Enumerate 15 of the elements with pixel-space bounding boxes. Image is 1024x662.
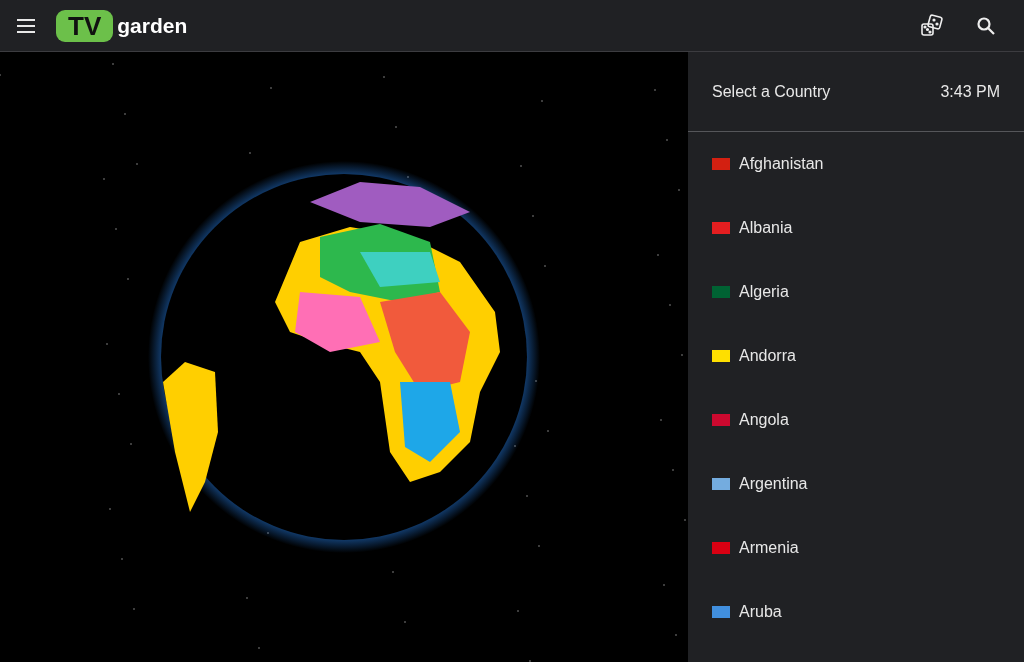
dice-icon[interactable] xyxy=(920,13,944,38)
country-item[interactable]: Aruba xyxy=(688,580,1024,644)
menu-icon[interactable] xyxy=(16,17,36,34)
country-item[interactable]: Albania xyxy=(688,196,1024,260)
logo-badge[interactable]: TV xyxy=(56,9,114,42)
clock-time: 3:43 PM xyxy=(940,81,1000,102)
panel-title: Select a Country xyxy=(712,81,831,102)
country-item[interactable]: Afghanistan xyxy=(688,132,1024,196)
search-icon[interactable] xyxy=(976,15,996,36)
country-item[interactable]: Algeria xyxy=(688,260,1024,324)
country-item[interactable]: Angola xyxy=(688,388,1024,452)
country-item[interactable]: Argentina xyxy=(688,452,1024,516)
country-item[interactable]: Armenia xyxy=(688,516,1024,580)
logo-text[interactable]: garden xyxy=(117,9,188,42)
country-item[interactable]: Andorra xyxy=(688,324,1024,388)
